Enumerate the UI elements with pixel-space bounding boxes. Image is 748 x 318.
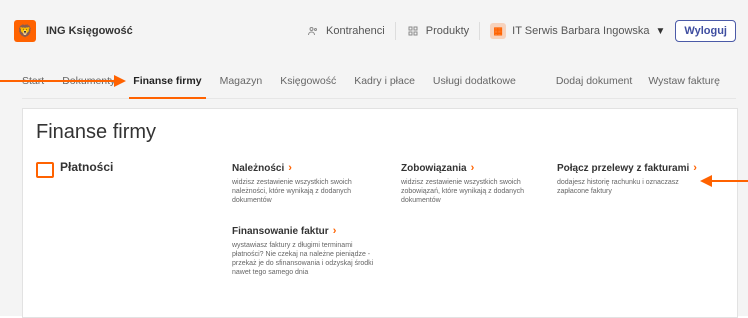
header-right: Kontrahenci Produkty ▦ IT Serwis Barbara… [306, 20, 736, 42]
grid-icon [406, 24, 420, 38]
arrow-right-icon [114, 75, 126, 87]
contractors-link[interactable]: Kontrahenci [306, 24, 385, 38]
chevron-right-icon: › [693, 162, 697, 174]
chevron-right-icon: › [470, 162, 475, 174]
liabilities-title: Zobowiązania [401, 162, 467, 174]
card-title: Należności › [232, 162, 370, 174]
top-header: 🦁 ING Księgowość Kontrahenci Produkty ▦ … [14, 12, 736, 50]
issue-invoice-link[interactable]: Wystaw fakturę [648, 64, 720, 98]
receivables-card[interactable]: Należności › widzisz zestawienie wszystk… [232, 162, 370, 205]
contractors-label: Kontrahenci [326, 25, 385, 37]
liabilities-card[interactable]: Zobowiązania › widzisz zestawienie wszys… [401, 162, 541, 205]
people-icon [306, 24, 320, 38]
nav-business-finance[interactable]: Finanse firmy [129, 64, 206, 99]
card-title: Zobowiązania › [401, 162, 541, 174]
match-transfers-title: Połącz przelewy z fakturami [557, 162, 690, 174]
finance-panel: Finanse firmy Płatności Należności › wid… [22, 108, 738, 318]
chevron-down-icon: ▼ [655, 25, 666, 37]
page-title: Finanse firmy [36, 121, 157, 143]
invoice-financing-card[interactable]: Finansowanie faktur › wystawiasz faktury… [232, 225, 382, 277]
products-label: Produkty [425, 25, 470, 37]
section-title: Płatności [60, 160, 114, 174]
nav-warehouse[interactable]: Magazyn [220, 64, 263, 98]
building-icon: ▦ [490, 23, 507, 39]
card-title: Finansowanie faktur › [232, 225, 382, 237]
match-transfers-desc: dodajesz historię rachunku i oznaczasz z… [557, 179, 679, 195]
app-title: ING Księgowość [46, 25, 133, 37]
company-name: IT Serwis Barbara Ingowska [512, 25, 650, 37]
ing-lion-logo-icon: 🦁 [14, 20, 36, 42]
receivables-desc: widzisz zestawienie wszystkich swoich na… [232, 179, 352, 204]
annotation-arrow-line [0, 80, 114, 82]
invoice-financing-title: Finansowanie faktur [232, 225, 329, 237]
liabilities-desc: widzisz zestawienie wszystkich swoich zo… [401, 179, 524, 204]
header-divider [479, 22, 481, 40]
chevron-right-icon: › [332, 225, 337, 237]
app-root: 🦁 ING Księgowość Kontrahenci Produkty ▦ … [0, 0, 748, 318]
chevron-right-icon: › [288, 162, 292, 174]
nav-accounting[interactable]: Księgowość [280, 64, 336, 98]
invoice-financing-desc: wystawiasz faktury z długimi terminami p… [232, 242, 374, 276]
wallet-icon [36, 162, 54, 178]
nav-additional-services[interactable]: Usługi dodatkowe [433, 64, 516, 98]
company-selector[interactable]: ▦ IT Serwis Barbara Ingowska ▼ [490, 23, 665, 39]
arrow-left-icon [700, 175, 712, 187]
card-title: Połącz przelewy z fakturami › [557, 162, 707, 174]
main-nav: Start Dokumenty Finanse firmy Magazyn Ks… [22, 64, 736, 99]
nav-hr-payroll[interactable]: Kadry i płace [354, 64, 415, 98]
products-link[interactable]: Produkty [406, 24, 469, 38]
match-transfers-card[interactable]: Połącz przelewy z fakturami › dodajesz h… [557, 162, 707, 196]
annotation-arrow-line [712, 180, 748, 182]
header-divider [394, 22, 396, 40]
logout-button[interactable]: Wyloguj [675, 20, 736, 42]
receivables-title: Należności [232, 162, 285, 174]
add-document-link[interactable]: Dodaj dokument [556, 64, 632, 98]
